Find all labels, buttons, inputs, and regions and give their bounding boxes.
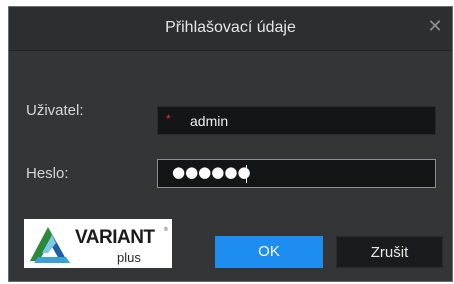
logo-brand: VARIANT [75,227,155,248]
logo-registered-mark: ® [164,227,168,233]
close-icon[interactable]: ✕ [426,17,444,35]
dialog-titlebar: Přihlašovací údaje ✕ [9,7,452,51]
required-marker: * [166,112,171,126]
logo-mark-icon [30,227,70,263]
password-label: Heslo: [26,165,69,182]
username-field[interactable]: * admin [157,106,436,135]
username-label: Uživatel: [26,102,84,119]
variant-plus-logo: VARIANT ® plus [24,219,172,268]
username-value: admin [190,113,229,129]
text-caret [246,165,247,183]
logo-sub: plus [117,250,141,265]
password-field[interactable]: ●●●●●● [157,159,436,188]
login-dialog: Přihlašovací údaje ✕ Uživatel: * admin H… [8,6,453,282]
cancel-button[interactable]: Zrušit [336,236,443,268]
ok-button[interactable]: OK [215,236,323,268]
password-mask: ●●●●●● [172,163,251,181]
dialog-title: Přihlašovací údaje [165,19,296,36]
